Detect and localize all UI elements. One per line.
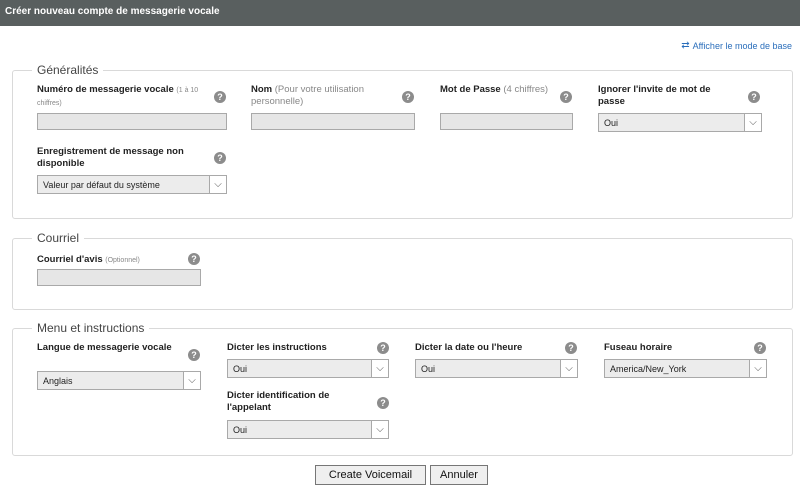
help-icon[interactable]: ? <box>565 342 577 354</box>
swap-icon: ⇄ <box>681 40 690 51</box>
cancel-button[interactable]: Annuler <box>430 465 488 485</box>
notify-email-input[interactable] <box>37 269 201 286</box>
help-icon[interactable]: ? <box>188 253 200 265</box>
email-section: Courriel Courriel d'avis (Optionnel) ? <box>12 231 793 310</box>
say-instructions-select[interactable]: Oui ⌵ <box>227 359 389 378</box>
help-icon[interactable]: ? <box>377 397 389 409</box>
unavailable-recording-select[interactable]: Valeur par défaut du système ⌵ <box>37 175 227 194</box>
basic-mode-link[interactable]: ⇄ Afficher le mode de base <box>681 40 792 51</box>
say-callerid-label: Dicter identification de l'appelant <box>227 390 330 413</box>
chevron-down-icon: ⌵ <box>749 360 766 377</box>
chevron-down-icon: ⌵ <box>371 360 388 377</box>
mailbox-number-input[interactable] <box>37 113 227 130</box>
menu-section: Menu et instructions Langue de messageri… <box>12 321 793 456</box>
notify-email-label: Courriel d'avis (Optionnel) <box>37 254 140 265</box>
help-icon[interactable]: ? <box>560 91 572 103</box>
say-callerid-select[interactable]: Oui ⌵ <box>227 420 389 439</box>
help-icon[interactable]: ? <box>748 91 760 103</box>
general-legend: Généralités <box>32 63 104 77</box>
name-label: Nom (Pour votre utilisation personnelle) <box>251 84 364 107</box>
general-section: Généralités Numéro de messagerie vocale … <box>12 63 793 219</box>
say-datetime-select[interactable]: Oui ⌵ <box>415 359 578 378</box>
chevron-down-icon: ⌵ <box>744 114 761 131</box>
say-instructions-label: Dicter les instructions <box>227 342 327 353</box>
create-voicemail-button[interactable]: Create Voicemail <box>315 465 426 485</box>
name-input[interactable] <box>251 113 415 130</box>
email-legend: Courriel <box>32 231 85 245</box>
help-icon[interactable]: ? <box>402 91 414 103</box>
chevron-down-icon: ⌵ <box>560 360 577 377</box>
password-label: Mot de Passe (4 chiffres) <box>440 84 549 95</box>
skip-password-select[interactable]: Oui ⌵ <box>598 113 762 132</box>
help-icon[interactable]: ? <box>377 342 389 354</box>
timezone-select[interactable]: America/New_York ⌵ <box>604 359 767 378</box>
chevron-down-icon: ⌵ <box>209 176 226 193</box>
help-icon[interactable]: ? <box>188 349 200 361</box>
mailbox-number-label: Numéro de messagerie vocale (1 à 10 chif… <box>37 84 199 107</box>
chevron-down-icon: ⌵ <box>183 372 200 389</box>
help-icon[interactable]: ? <box>214 152 226 164</box>
unavailable-recording-label: Enregistrement de message non disponible <box>37 146 184 169</box>
help-icon[interactable]: ? <box>754 342 766 354</box>
say-datetime-label: Dicter la date ou l'heure <box>415 342 523 353</box>
language-select[interactable]: Anglais ⌵ <box>37 371 201 390</box>
password-input[interactable] <box>440 113 573 130</box>
chevron-down-icon: ⌵ <box>371 421 388 438</box>
skip-password-label: Ignorer l'invite de mot de passe <box>598 84 711 107</box>
timezone-label: Fuseau horaire <box>604 342 673 353</box>
window-title: Créer nouveau compte de messagerie vocal… <box>5 6 220 17</box>
basic-mode-label: Afficher le mode de base <box>692 40 792 51</box>
title-bar: Créer nouveau compte de messagerie vocal… <box>0 0 800 26</box>
menu-legend: Menu et instructions <box>32 321 150 335</box>
language-label: Langue de messagerie vocale <box>37 342 172 353</box>
help-icon[interactable]: ? <box>214 91 226 103</box>
